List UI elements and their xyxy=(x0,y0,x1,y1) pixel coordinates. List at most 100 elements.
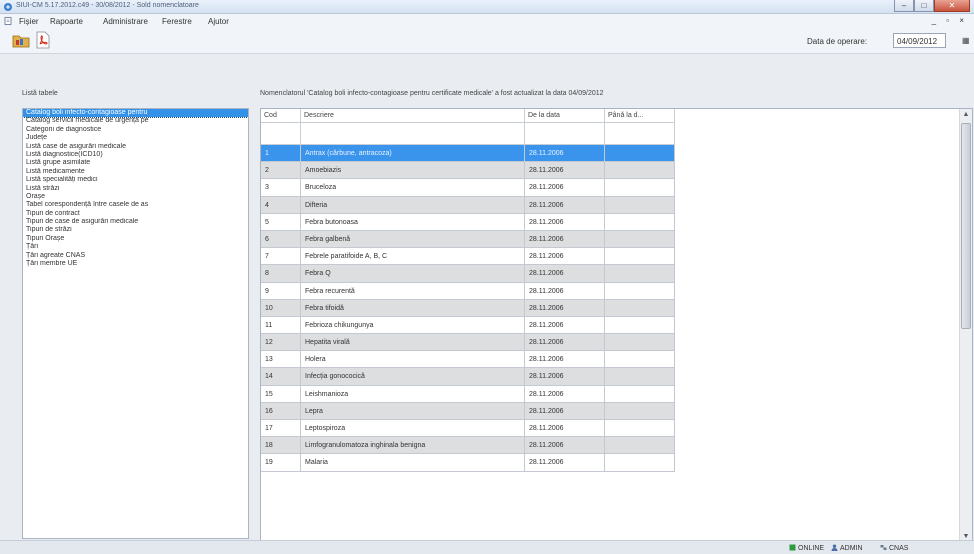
table-row[interactable]: 5 Febra butonoasa 28.11.2006 xyxy=(261,213,681,231)
table-row[interactable]: 19 Malaria 28.11.2006 xyxy=(261,454,681,472)
online-status: ONLINE xyxy=(789,544,824,552)
table-list-item[interactable]: Tipuri de contract xyxy=(23,210,248,218)
table-row[interactable]: 2 Amoebiazis 28.11.2006 xyxy=(261,162,681,180)
date-field[interactable]: 04/09/2012 xyxy=(893,33,946,48)
table-row[interactable]: 18 Limfogranulomatoza inghinala benigna 28… xyxy=(261,437,681,455)
table-list-item[interactable]: Listă grupe asimilate xyxy=(23,159,248,167)
cell-cod: 18 xyxy=(261,437,301,455)
menu-rapoarte[interactable]: Rapoarte xyxy=(50,17,83,26)
column-header-de-la-data[interactable]: De la data xyxy=(525,109,605,123)
cell-descriere: Febra galbenă xyxy=(301,230,525,249)
cell-de-la-data: 28.11.2006 xyxy=(525,145,605,163)
cell-pana-la-data xyxy=(605,213,675,231)
cell-descriere: Leptospiroza xyxy=(301,420,525,438)
cell-de-la-data: 28.11.2006 xyxy=(525,299,605,317)
cell-pana-la-data xyxy=(605,368,675,386)
column-header-pana-la-data[interactable]: Până la d... xyxy=(605,109,675,123)
maximize-button[interactable]: □ xyxy=(914,0,934,12)
table-row[interactable]: 12 Hepatita virală 28.11.2006 xyxy=(261,334,681,352)
table-row[interactable]: 8 Febra Q 28.11.2006 xyxy=(261,265,681,283)
table-list-item[interactable]: Listă case de asigurări medicale xyxy=(23,143,248,151)
menu-bar: Fișier Rapoarte Administrare Ferestre Aj… xyxy=(0,14,974,28)
cell-pana-la-data xyxy=(605,145,675,163)
calendar-icon[interactable]: ▦ xyxy=(962,33,971,48)
minimize-button[interactable]: – xyxy=(894,0,914,12)
network-icon xyxy=(880,545,887,550)
cell-de-la-data: 28.11.2006 xyxy=(525,213,605,231)
cell-cod: 5 xyxy=(261,213,301,231)
cell-pana-la-data xyxy=(605,299,675,317)
cell-de-la-data: 28.11.2006 xyxy=(525,282,605,300)
cell-pana-la-data xyxy=(605,282,675,300)
cell-de-la-data: 28.11.2006 xyxy=(525,402,605,420)
table-row[interactable]: 9 Febra recurentă 28.11.2006 xyxy=(261,282,681,300)
grid-header: Cod Descriere De la data Până la d... xyxy=(261,109,681,123)
mdi-window-controls[interactable]: _ ▫ × xyxy=(932,16,968,25)
table-list-item[interactable]: Catalog boli infecto-contagioase pentru xyxy=(23,109,248,119)
cell-de-la-data: 28.11.2006 xyxy=(525,265,605,283)
cell-cod: 1 xyxy=(261,145,301,163)
cell-de-la-data: 28.11.2006 xyxy=(525,230,605,249)
table-list[interactable]: Catalog boli infecto-contagioase pentru C… xyxy=(22,108,249,539)
table-list-item[interactable]: Catalog servicii medicale de urgență pe xyxy=(23,117,248,125)
table-list-item[interactable]: Listă specialități medici xyxy=(23,176,248,184)
table-row[interactable]: 1 Antrax (cărbune, antracoza) 28.11.2006 xyxy=(261,145,681,163)
cell-cod: 13 xyxy=(261,351,301,369)
table-list-item[interactable]: Listă medicamente xyxy=(23,168,248,176)
table-row[interactable]: 15 Leishmanioza 28.11.2006 xyxy=(261,385,681,403)
app-icon xyxy=(4,3,12,11)
table-list-item[interactable]: Țări xyxy=(23,243,248,251)
column-header-cod[interactable]: Cod xyxy=(261,109,301,123)
table-list-item[interactable]: Tipuri Orașe xyxy=(23,235,248,243)
menu-ferestre[interactable]: Ferestre xyxy=(162,17,192,26)
table-row[interactable]: 11 Febrioza chikungunya 28.11.2006 xyxy=(261,316,681,335)
cell-cod: 2 xyxy=(261,162,301,180)
filter-cod[interactable] xyxy=(261,123,301,145)
cell-cod: 17 xyxy=(261,420,301,438)
column-header-descriere[interactable]: Descriere xyxy=(301,109,525,123)
table-row[interactable]: 13 Holera 28.11.2006 xyxy=(261,351,681,369)
filter-pana-la-data[interactable] xyxy=(605,123,675,145)
scrollbar-thumb[interactable] xyxy=(961,123,971,329)
window-controls: – □ ✕ xyxy=(894,0,970,13)
table-row[interactable]: 3 Bruceloza 28.11.2006 xyxy=(261,179,681,197)
data-grid[interactable]: Cod Descriere De la data Până la d... 1A… xyxy=(260,108,973,544)
cell-descriere: Limfogranulomatoza inghinala benigna xyxy=(301,437,525,455)
menu-fisier[interactable]: Fișier xyxy=(19,17,39,26)
table-list-item[interactable]: Țări membre UE xyxy=(23,260,248,268)
cell-cod: 14 xyxy=(261,368,301,386)
table-list-item[interactable]: Tabel corespondență între casele de as xyxy=(23,201,248,209)
table-row[interactable]: 4 Difteria 28.11.2006 xyxy=(261,196,681,214)
table-list-item[interactable]: Tipuri de străzi xyxy=(23,226,248,234)
table-row[interactable]: 16 Lepra 28.11.2006 xyxy=(261,402,681,420)
cell-descriere: Leishmanioza xyxy=(301,385,525,403)
table-list-item[interactable]: Țări agreate CNAS xyxy=(23,252,248,260)
menu-administrare[interactable]: Administrare xyxy=(103,17,148,26)
filter-descriere[interactable] xyxy=(301,123,525,145)
table-list-title: Listă tabele xyxy=(22,90,58,97)
table-list-item[interactable]: Categorii de diagnostice xyxy=(23,126,248,134)
table-row[interactable]: 17 Leptospiroza 28.11.2006 xyxy=(261,420,681,438)
table-row[interactable]: 10 Febra tifoidă 28.11.2006 xyxy=(261,299,681,317)
table-list-item[interactable]: Tipuri de case de asigurări medicale xyxy=(23,218,248,226)
vertical-scrollbar[interactable]: ▲ ▼ xyxy=(959,109,972,543)
grid-rows: 1 Antrax (cărbune, antracoza) 28.11.2006 2 A… xyxy=(261,145,681,472)
table-list-item[interactable]: Orașe xyxy=(23,193,248,201)
cell-cod: 4 xyxy=(261,196,301,214)
filter-de-la-data[interactable] xyxy=(525,123,605,145)
table-list-item[interactable]: Listă străzi xyxy=(23,185,248,193)
table-row[interactable]: 14 Infecția gonococică 28.11.2006 xyxy=(261,368,681,386)
folder-icon[interactable] xyxy=(12,31,30,49)
pdf-icon[interactable] xyxy=(34,31,52,49)
menu-ajutor[interactable]: Ajutor xyxy=(208,17,229,26)
table-list-item[interactable]: Județe xyxy=(23,134,248,142)
cell-cod: 3 xyxy=(261,179,301,197)
table-row[interactable]: 7 Febrele paratifoide A, B, C 28.11.2006 xyxy=(261,248,681,266)
cell-de-la-data: 28.11.2006 xyxy=(525,420,605,438)
table-row[interactable]: 6 Febra galbenă 28.11.2006 xyxy=(261,230,681,249)
scroll-up-arrow-icon[interactable]: ▲ xyxy=(960,109,972,121)
cell-descriere: Holera xyxy=(301,351,525,369)
table-list-item[interactable]: Listă diagnostice(ICD10) xyxy=(23,151,248,159)
close-button[interactable]: ✕ xyxy=(934,0,970,12)
cell-de-la-data: 28.11.2006 xyxy=(525,248,605,266)
